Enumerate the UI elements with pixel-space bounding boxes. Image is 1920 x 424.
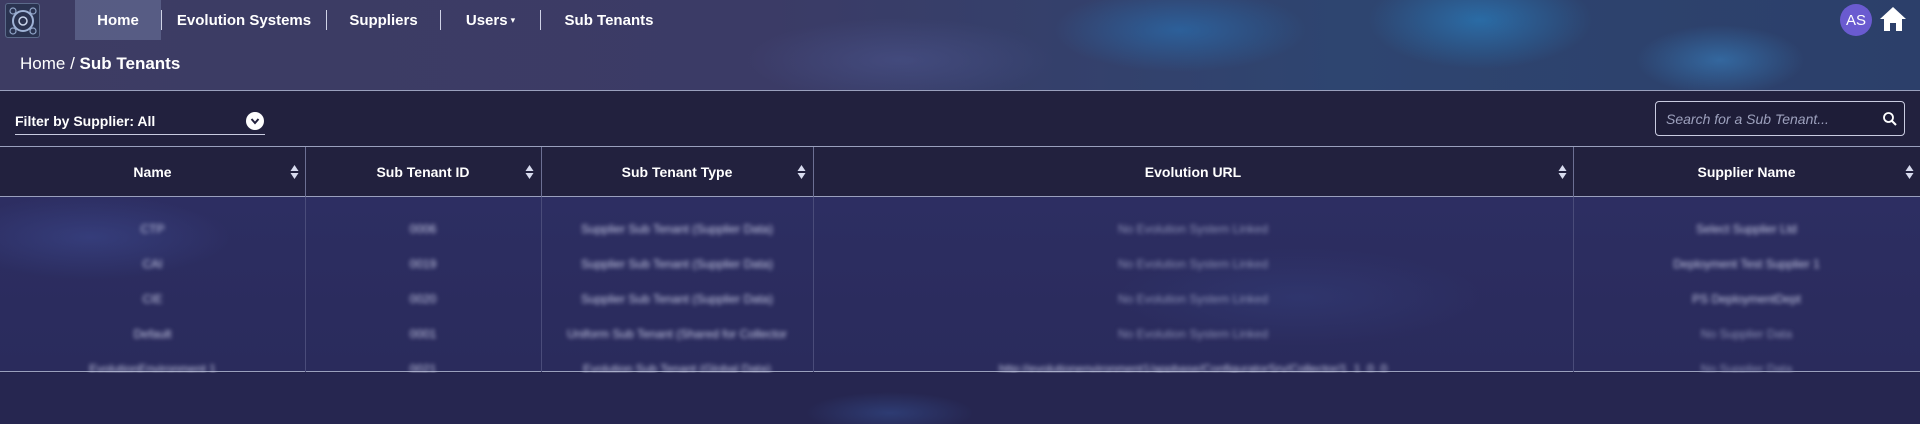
table-cell: Supplier Sub Tenant (Supplier Data) <box>581 256 773 271</box>
table-cell: 0006 <box>409 221 437 236</box>
table-cell: Supplier Sub Tenant (Supplier Data) <box>581 291 773 306</box>
table-cell: No Evolution System Linked <box>1117 326 1269 341</box>
table-cell: No Evolution System Linked <box>1117 291 1269 306</box>
nav-item-suppliers[interactable]: Suppliers <box>327 0 440 40</box>
column-header-sub-tenant-type[interactable]: Sub Tenant Type <box>541 147 813 197</box>
table-cell: Uniform Sub Tenant (Shared for Collector <box>567 326 787 341</box>
table-cell: Select Supplier Ltd <box>1696 221 1797 236</box>
breadcrumb-separator: / <box>65 54 80 73</box>
search-box <box>1655 101 1905 136</box>
table-header: Name Sub Tenant ID Sub Tenant Type Evolu… <box>0 147 1920 197</box>
table-cell: Supplier Sub Tenant (Supplier Data) <box>581 221 773 236</box>
breadcrumb: Home / Sub Tenants <box>20 54 180 74</box>
table-cell: No Supplier Data <box>1700 326 1793 341</box>
nav-item-sub-tenants[interactable]: Sub Tenants <box>541 0 677 40</box>
table-cell: 0019 <box>409 256 437 271</box>
column-header-label: Sub Tenant ID <box>376 164 470 180</box>
column-divider <box>1573 147 1574 197</box>
column-divider <box>541 147 542 197</box>
sort-icon[interactable] <box>1558 164 1567 180</box>
sort-icon[interactable] <box>525 164 534 180</box>
nav-item-label: Suppliers <box>349 11 418 29</box>
filter-label: Filter by Supplier: All <box>15 112 156 129</box>
column-divider <box>813 147 814 197</box>
table-cell: 0001 <box>409 326 437 341</box>
user-initials: AS <box>1845 11 1866 29</box>
column-header-label: Evolution URL <box>1144 164 1242 180</box>
column-header-supplier-name[interactable]: Supplier Name <box>1573 147 1920 197</box>
nav-menu: Home Evolution Systems Suppliers Users ▾ … <box>75 0 677 40</box>
table-row[interactable]: CIE 0020 Supplier Sub Tenant (Supplier Dat… <box>0 281 1920 316</box>
chevron-down-icon <box>246 111 264 130</box>
nav-item-evolution-systems[interactable]: Evolution Systems <box>162 0 326 40</box>
breadcrumb-home[interactable]: Home <box>20 54 65 73</box>
sub-tenants-table: Name Sub Tenant ID Sub Tenant Type Evolu… <box>0 147 1920 376</box>
supplier-filter-dropdown[interactable]: Filter by Supplier: All <box>15 107 265 135</box>
top-navigation: Home Evolution Systems Suppliers Users ▾ … <box>0 0 1920 40</box>
table-cell: CTP <box>140 221 165 236</box>
table-cell: CAI <box>142 256 163 271</box>
nav-item-home[interactable]: Home <box>75 0 161 40</box>
nav-item-label: Sub Tenants <box>564 11 654 29</box>
table-cell: CIE <box>142 291 163 306</box>
column-header-label: Sub Tenant Type <box>621 164 733 180</box>
search-icon[interactable] <box>1882 111 1898 127</box>
sort-icon[interactable] <box>290 164 299 180</box>
table-row[interactable]: Default 0001 Uniform Sub Tenant (Shared fo… <box>0 316 1920 351</box>
app-logo-icon[interactable] <box>5 3 40 38</box>
table-cell: 0020 <box>409 291 437 306</box>
column-header-evolution-url[interactable]: Evolution URL <box>813 147 1573 197</box>
table-cell: Deployment Test Supplier 1 <box>1673 256 1820 271</box>
nav-item-label: Users <box>465 11 508 29</box>
search-input[interactable] <box>1656 110 1866 127</box>
column-divider <box>305 147 306 197</box>
table-cell: Default <box>133 326 172 341</box>
table-body: CTP 0006 Supplier Sub Tenant (Supplier Dat… <box>0 197 1920 376</box>
column-header-label: Name <box>133 164 172 180</box>
toolbar: Filter by Supplier: All <box>0 91 1920 146</box>
sort-icon[interactable] <box>797 164 806 180</box>
nav-item-label: Evolution Systems <box>176 11 312 29</box>
table-cell: PS DeploymentDept <box>1692 291 1801 306</box>
nav-item-users[interactable]: Users ▾ <box>441 0 540 40</box>
table-row[interactable]: CTP 0006 Supplier Sub Tenant (Supplier Dat… <box>0 211 1920 246</box>
breadcrumb-current: Sub Tenants <box>79 54 181 73</box>
column-header-name[interactable]: Name <box>0 147 305 197</box>
table-cell: No Evolution System Linked <box>1117 221 1269 236</box>
home-icon[interactable] <box>1879 6 1907 32</box>
nav-item-label: Home <box>97 11 139 29</box>
user-avatar[interactable]: AS <box>1840 4 1872 36</box>
sort-icon[interactable] <box>1905 164 1914 180</box>
page-background-footer <box>0 373 1920 424</box>
table-cell: No Evolution System Linked <box>1117 256 1269 271</box>
column-header-sub-tenant-id[interactable]: Sub Tenant ID <box>305 147 541 197</box>
caret-down-icon: ▾ <box>510 14 516 25</box>
table-row[interactable]: CAI 0019 Supplier Sub Tenant (Supplier Dat… <box>0 246 1920 281</box>
column-header-label: Supplier Name <box>1697 164 1796 180</box>
